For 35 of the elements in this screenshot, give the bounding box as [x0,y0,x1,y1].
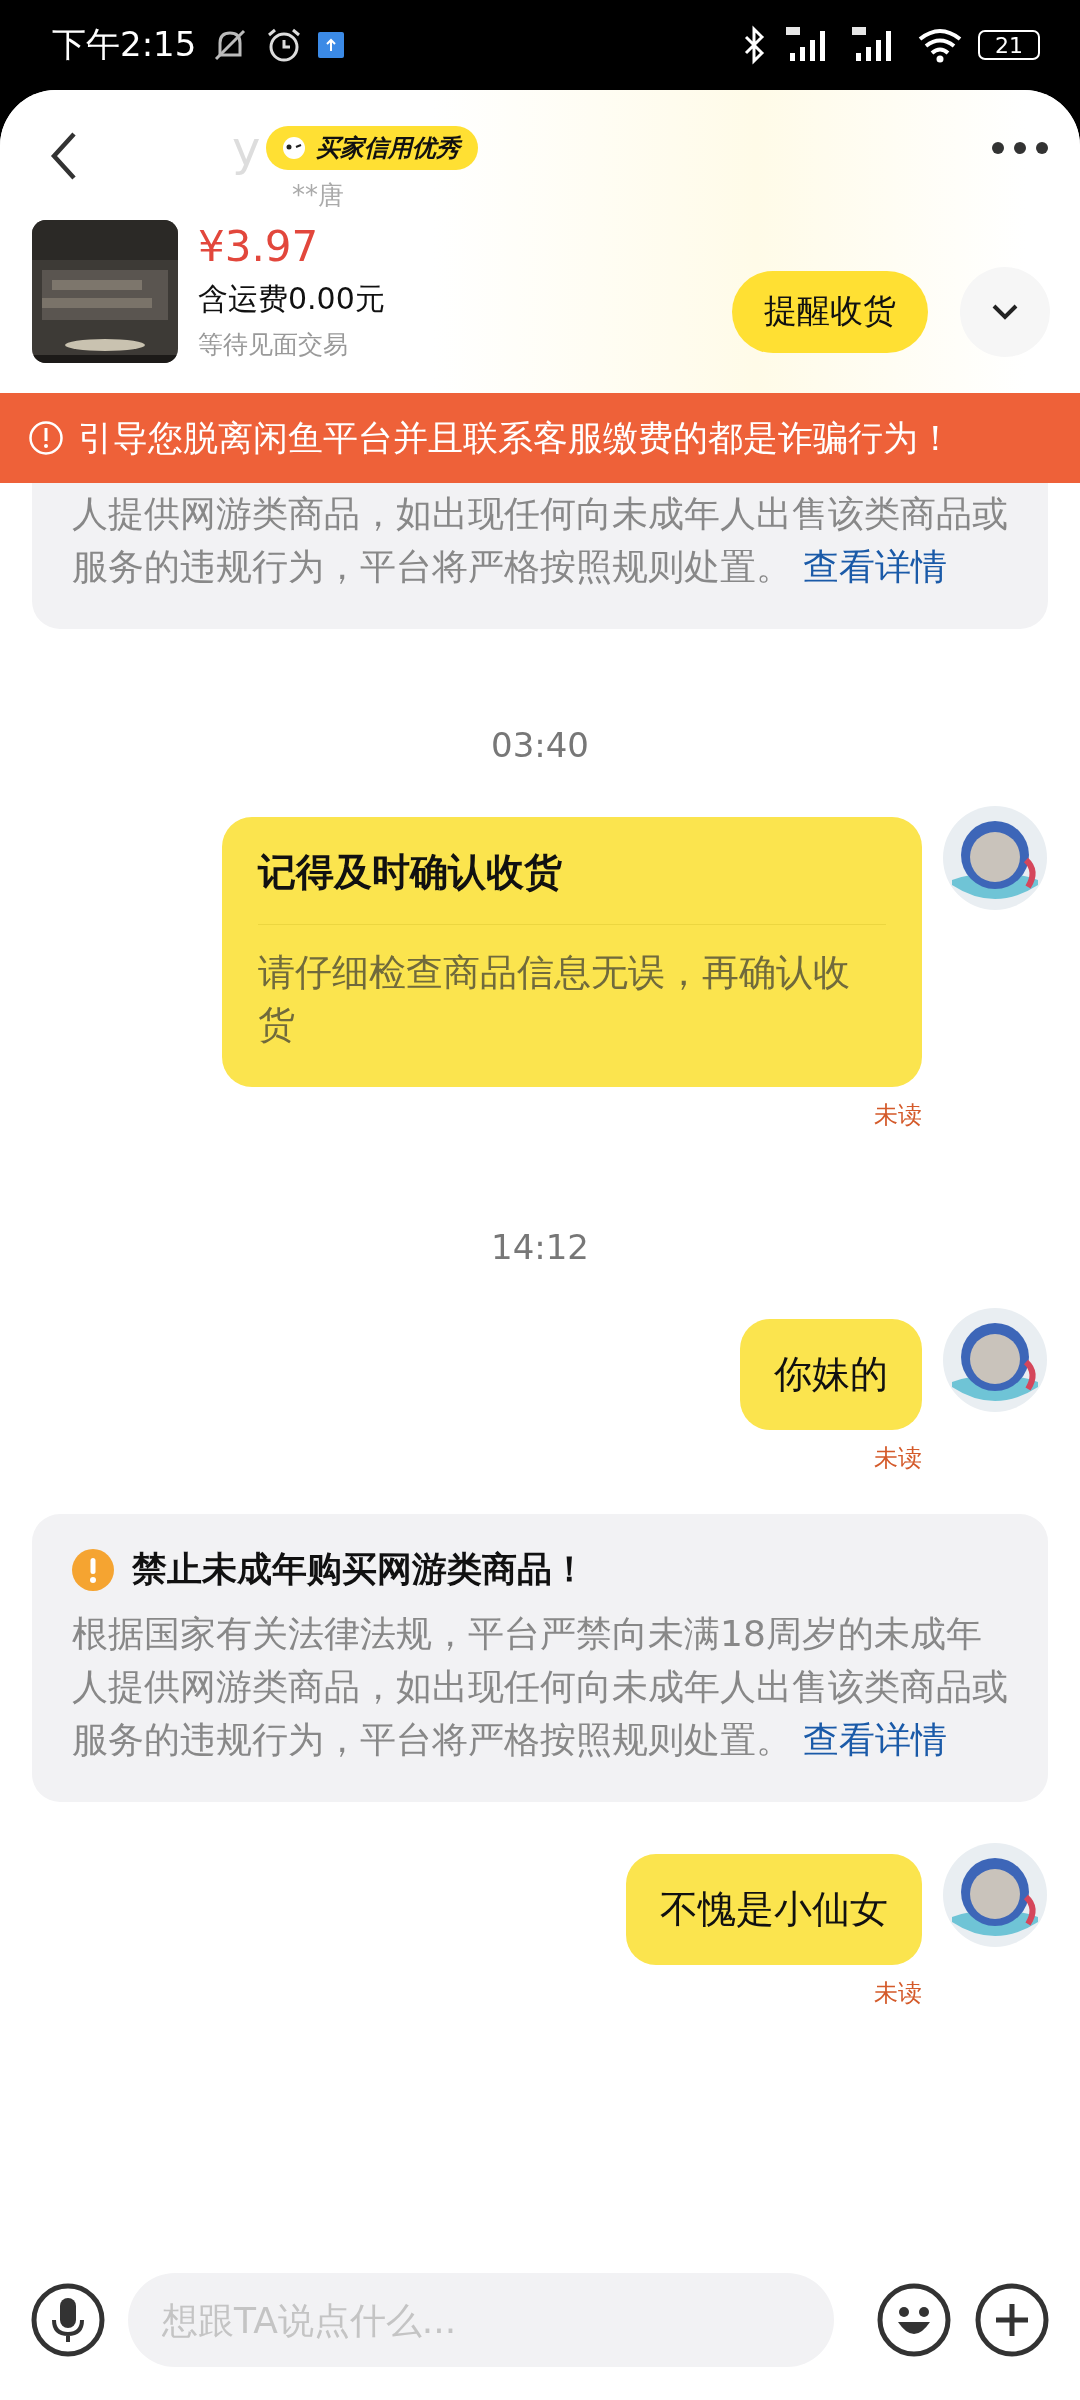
smiley-icon [876,2282,952,2358]
avatar[interactable] [942,1842,1048,1948]
price: ¥3.97 [198,222,320,271]
alert-icon [28,420,64,456]
message-bubble: 不愧是小仙女 [626,1854,922,1965]
details-link[interactable]: 查看详情 [803,546,948,587]
message-bubble: 你妹的 [740,1319,922,1430]
avatar[interactable] [942,1307,1048,1413]
seller-subtitle: **唐 [292,179,345,212]
card-text: 请仔细检查商品信息无误，再确认收货 [258,950,851,1048]
details-link[interactable]: 查看详情 [803,1719,948,1760]
notice-text: 人提供网游类商品，如出现任何向未成年人出售该类商品或服务的违规行为，平台将严格按照规则处置。 查看详情 [72,492,1008,589]
add-button[interactable] [974,2282,1050,2358]
remind-button[interactable]: 提醒收货 [732,270,928,353]
microphone-icon [30,2282,106,2358]
warning-icon [72,1548,114,1591]
order-status: 等待见面交易 [198,329,349,361]
credit-badge: 买家信用优秀 [266,126,479,170]
voice-button[interactable] [30,2282,106,2358]
unread-label: 未读 [874,1978,922,2009]
battery-indicator: 21 [978,30,1040,60]
avatar[interactable] [942,805,1048,911]
card-title: 记得及时确认收货 [258,847,886,925]
emoji-button[interactable] [876,2282,952,2358]
timestamp: 03:40 [490,725,590,765]
unread-label: 未读 [874,1443,922,1474]
banner-text: 引导您脱离闲鱼平台并且联系客服缴费的都是诈骗行为！ [78,416,953,460]
notice-title: 禁止未成年购买网游类商品！ [132,1548,587,1591]
timestamp: 14:12 [490,1227,590,1267]
plus-icon [974,2282,1050,2358]
status-time: 下午2:15 [52,23,197,66]
shipping-fee: 含运费0.00元 [198,280,386,318]
notice-text: 根据国家有关法律法规，平台严禁向未满18周岁的未成年人提供网游类商品，如出现任何向未成年人出售该类商品或服务的违规行为，平台将严格按照规则处置。 查看详情 [72,1612,1008,1762]
upload-icon [318,32,345,58]
unread-label: 未读 [874,1100,922,1131]
